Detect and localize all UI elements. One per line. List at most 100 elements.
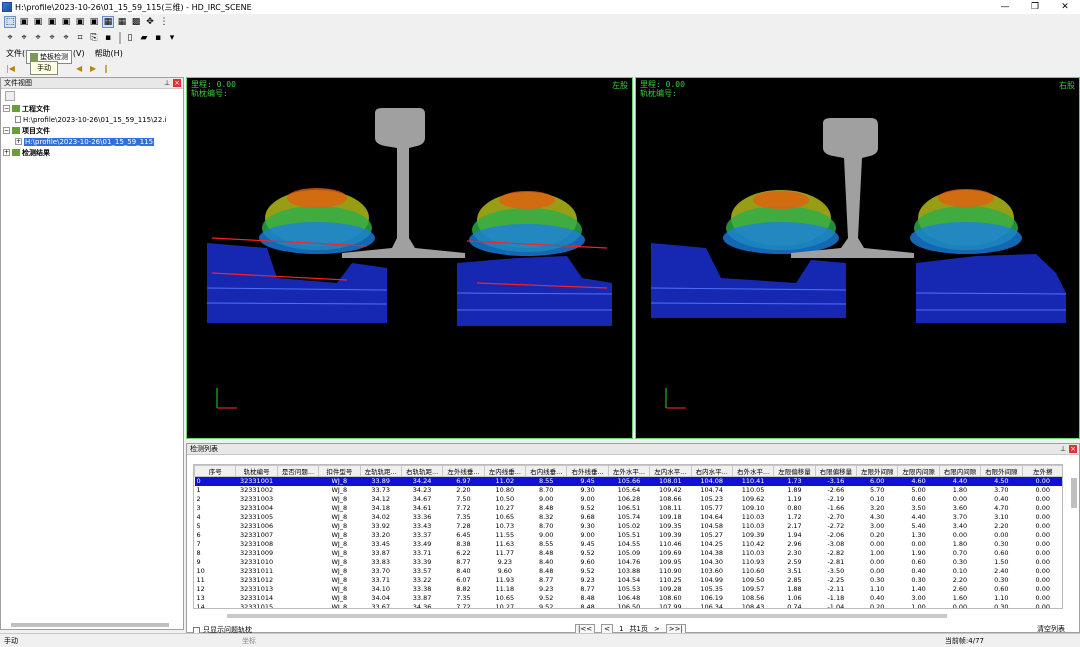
tree-node-project-file-path[interactable]: H:\profile\2023-10-26\01_15_59_115\22.i (3, 114, 183, 125)
column-header[interactable]: 轨枕编号 (235, 465, 278, 477)
table-row[interactable]: 5 32331006 WJ_8 33.92 33.43 7.28 10.73 8.70 9.30… (195, 522, 1063, 531)
table-body: 0 32331001 WJ_8 33.89 34.24 6.97 11.02 8.55 9.45… (194, 476, 1063, 608)
column-header[interactable]: 序号 (194, 465, 237, 477)
close-window-button[interactable]: ✕ (1050, 0, 1080, 14)
table-row[interactable]: 6 32331007 WJ_8 33.20 33.37 6.45 11.55 9.00 9.00… (195, 531, 1063, 540)
table-row[interactable]: 9 32331010 WJ_8 33.83 33.39 8.77 9.23 8.40 9.60 1… (195, 558, 1063, 567)
table-cell: 8.82 (456, 585, 471, 593)
table-row[interactable]: 3 32331004 WJ_8 34.18 34.61 7.72 10.27 8.48 9.52… (195, 504, 1063, 513)
left-rail-3d-view[interactable]: 里程: 0.00 轨枕编号: 左股 (186, 77, 633, 439)
table-row[interactable]: 4 32331005 WJ_8 34.02 33.36 7.35 10.65 8.32 9.68… (195, 513, 1063, 522)
table-horizontal-scrollbar[interactable] (227, 614, 947, 618)
new-file-icon[interactable]: ▯ (124, 32, 136, 44)
table-row[interactable]: 2 32331003 WJ_8 34.12 34.67 7.50 10.50 9.00 9.00… (195, 495, 1063, 504)
table-row[interactable]: 7 32331008 WJ_8 33.45 33.49 8.38 11.63 8.55 9.45… (195, 540, 1063, 549)
column-header[interactable]: 右轨轨距... (400, 465, 444, 477)
table-cell: 33.87 (371, 549, 390, 557)
column-header[interactable]: 左限外间隙 (855, 465, 899, 477)
table-row[interactable]: 11 32331012 WJ_8 33.71 33.22 6.07 11.93 8.77 9.2… (195, 576, 1063, 585)
table-cell: -2.82 (827, 549, 845, 557)
grid-fine-icon[interactable]: ▦ (116, 16, 128, 28)
pin-icon[interactable]: ⊥ (163, 79, 171, 87)
view-bottom-icon[interactable]: ▣ (88, 16, 100, 28)
collapse-icon[interactable]: − (3, 105, 10, 112)
prev-frame-icon[interactable]: ◀ (76, 64, 86, 73)
column-header[interactable]: 右限偏移量 (814, 465, 858, 477)
first-frame-icon[interactable]: |◀ (6, 64, 16, 73)
detection-table[interactable]: 序号 轨枕编号 是否问题... 扣件型号 左轨轨距... 右轨轨距... 左外线垂... 左内… (193, 464, 1063, 609)
column-header[interactable]: 是否问题... (276, 465, 320, 477)
tree-node-item-file-path[interactable]: + H:\profile\2023-10-26\01_15_59_115 (3, 136, 183, 147)
axis-all-icon[interactable]: ⌖ (46, 32, 58, 44)
minimize-button[interactable]: — (990, 0, 1020, 14)
table-row[interactable]: 12 32331013 WJ_8 34.10 33.38 8.82 11.18 9.23 8.7… (195, 585, 1063, 594)
pin-icon[interactable]: ⊥ (1059, 445, 1067, 453)
view-back-icon[interactable]: ▣ (32, 16, 44, 28)
table-row[interactable]: 13 32331014 WJ_8 34.04 33.87 7.35 10.65 9.52 8.4… (195, 594, 1063, 603)
import-icon[interactable]: ⎘ (88, 32, 100, 44)
menu-view[interactable]: (V) (73, 49, 85, 58)
expand-icon[interactable]: + (3, 149, 10, 156)
select-icon[interactable]: ⌗ (74, 32, 86, 44)
save-small-icon[interactable]: ▪ (102, 32, 114, 44)
open-folder-icon[interactable]: ▰ (138, 32, 150, 44)
column-header[interactable]: 右内线垂... (524, 465, 568, 477)
table-vertical-scrollbar[interactable] (1071, 478, 1077, 508)
axis-x-icon[interactable]: ⌖ (4, 32, 16, 44)
column-header[interactable]: 右内水平... (690, 465, 733, 477)
right-rail-3d-view[interactable]: 里程: 0.00 轨枕编号: 右股 (635, 77, 1080, 439)
column-header[interactable]: 左内线垂... (483, 465, 527, 477)
right-view-info: 里程: 0.00 轨枕编号: (640, 80, 685, 98)
view-front-icon[interactable]: ▣ (18, 16, 30, 28)
column-header[interactable]: 左限偏移量 (773, 465, 816, 477)
table-row[interactable]: 0 32331001 WJ_8 33.89 34.24 6.97 11.02 8.55 9.45… (194, 476, 1062, 486)
table-cell: 9.00 (580, 495, 595, 503)
save-icon[interactable]: ▪ (152, 32, 164, 44)
view-left-icon[interactable]: ▣ (46, 16, 58, 28)
table-cell: WJ_8 (331, 549, 348, 557)
next-page-button[interactable]: > (654, 625, 660, 633)
table-row[interactable]: 10 32331011 WJ_8 33.70 33.57 8.40 9.60 8.48 9.52… (195, 567, 1063, 576)
refresh-tree-icon[interactable] (5, 91, 15, 101)
collapse-icon[interactable]: − (3, 127, 10, 134)
column-header[interactable]: 右外线垂... (566, 465, 609, 477)
table-row[interactable]: 8 32331009 WJ_8 33.87 33.71 6.22 11.77 8.48 9.52… (195, 549, 1063, 558)
view-3d-icon[interactable]: ⬚ (4, 16, 16, 28)
table-row[interactable]: 1 32331002 WJ_8 33.73 34.23 2.20 10.80 8.70 9.30… (195, 486, 1063, 495)
tree-node-results[interactable]: + 检测结果 (3, 147, 183, 158)
view-top-icon[interactable]: ▣ (74, 16, 86, 28)
play-icon[interactable]: ▶ (90, 64, 100, 73)
menu-help[interactable]: 帮助(H) (95, 48, 123, 59)
measure-icon[interactable]: ⌖ (60, 32, 72, 44)
column-header[interactable]: 左外线垂... (442, 465, 485, 477)
close-panel-icon[interactable]: × (1069, 445, 1077, 453)
view-right-icon[interactable]: ▣ (60, 16, 72, 28)
maximize-button[interactable]: ❐ (1020, 0, 1050, 14)
split-icon[interactable]: ⋮ (158, 16, 170, 28)
column-header[interactable]: 右限外间隙 (980, 465, 1023, 477)
grid-icon[interactable]: ▦ (102, 16, 114, 28)
column-header[interactable]: 右限内间隙 (938, 465, 982, 477)
expand-icon[interactable]: + (15, 138, 22, 145)
column-header[interactable]: 左限内间隙 (897, 465, 940, 477)
pause-icon[interactable]: ‖ (104, 64, 114, 73)
table-row[interactable]: 14 32331015 WJ_8 33.67 34.36 7.72 10.27 9.52 8.4… (195, 603, 1063, 608)
column-header[interactable]: 左轨轨距... (359, 465, 402, 477)
tree-node-item-files[interactable]: − 项目文件 (3, 125, 183, 136)
axis-z-icon[interactable]: ⌖ (32, 32, 44, 44)
close-panel-icon[interactable]: × (173, 79, 181, 87)
axis-y-icon[interactable]: ⌖ (18, 32, 30, 44)
column-header[interactable]: 扣件型号 (318, 465, 361, 477)
tree-node-project-files[interactable]: − 工程文件 (3, 103, 183, 114)
mode-tooltip[interactable]: 手动 (30, 61, 58, 75)
column-header[interactable]: 左外水平... (607, 465, 651, 477)
column-header[interactable]: 左内水平... (649, 465, 692, 477)
column-header[interactable]: 右外水平... (731, 465, 775, 477)
tree-scrollbar[interactable] (11, 623, 169, 627)
rotate-icon[interactable]: ✥ (144, 16, 156, 28)
column-header[interactable]: 左外擦 (1021, 465, 1062, 477)
table-cell: 33.89 (360, 476, 402, 486)
grid-dense-icon[interactable]: ▩ (130, 16, 142, 28)
toolbar-more-icon[interactable]: ▾ (166, 32, 178, 44)
table-cell: 7.35 (456, 594, 471, 602)
